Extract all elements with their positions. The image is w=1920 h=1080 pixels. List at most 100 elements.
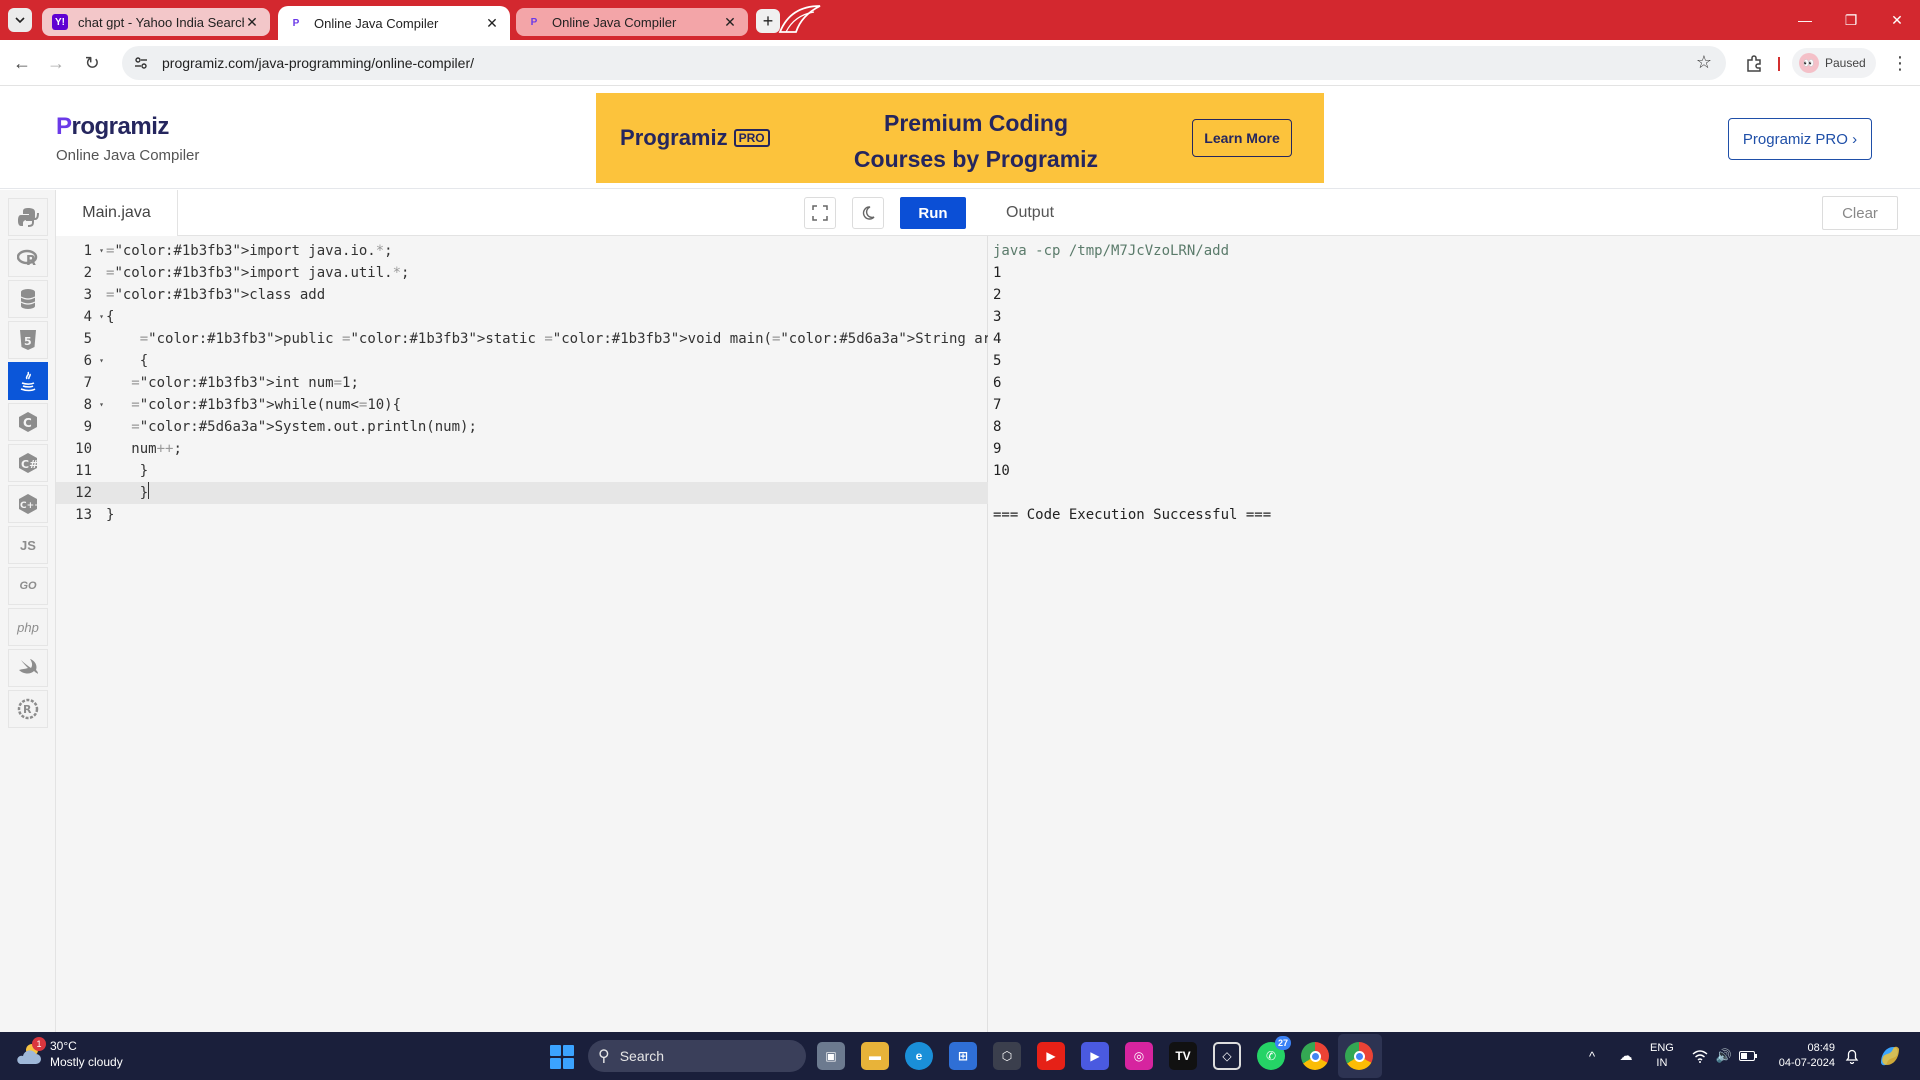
task-view-icon[interactable]: ▣	[817, 1042, 845, 1070]
code-line[interactable]: 7 ="color:#1b3fb3">int num=1;	[56, 372, 988, 394]
code-line[interactable]: 13}	[56, 504, 988, 526]
code-line[interactable]: 4 ▾{	[56, 306, 988, 328]
code-line[interactable]: 1 ▾ ="color:#1b3fb3">import java.io.*;	[56, 240, 988, 262]
code-line[interactable]: 10 num++;	[56, 438, 988, 460]
copilot-icon[interactable]	[1876, 1042, 1904, 1070]
input-language[interactable]: ENG IN	[1650, 1041, 1674, 1071]
browser-tab-yahoo[interactable]: Y! chat gpt - Yahoo India Search R ✕	[42, 8, 270, 36]
whatsapp-icon[interactable]: ✆ 27	[1257, 1036, 1291, 1070]
svg-text:C++: C++	[20, 501, 39, 511]
reload-icon[interactable]: ↻	[80, 51, 104, 75]
file-tab[interactable]: Main.java	[56, 190, 178, 236]
c-icon[interactable]: C	[8, 403, 48, 441]
wifi-icon[interactable]	[1690, 1046, 1710, 1066]
line-number: 7	[83, 375, 92, 391]
chrome-icon[interactable]	[1301, 1042, 1329, 1070]
code-line[interactable]: 2 ="color:#1b3fb3">import java.util.*;	[56, 262, 988, 284]
network-alert-icon[interactable]: ☁	[1616, 1046, 1636, 1066]
minimize-icon[interactable]: —	[1782, 0, 1828, 40]
show-hidden-icons-chevron-icon[interactable]: ^	[1582, 1046, 1602, 1066]
profile-button[interactable]: 👀 Paused	[1792, 48, 1876, 78]
php-icon[interactable]: php	[8, 608, 48, 646]
clear-button[interactable]: Clear	[1822, 196, 1898, 230]
java-icon[interactable]	[8, 362, 48, 400]
volume-icon[interactable]: 🔊	[1714, 1046, 1734, 1066]
browser-tab-compiler[interactable]: P Online Java Compiler ✕	[516, 8, 748, 36]
programiz-pro-button[interactable]: Programiz PRO ›	[1728, 118, 1872, 160]
extensions-puzzle-icon[interactable]	[1742, 51, 1766, 75]
code-line[interactable]: 6 ▾ {	[56, 350, 988, 372]
programiz-favicon-icon: P	[530, 16, 538, 28]
media-player-icon[interactable]: ▶	[1081, 1042, 1109, 1070]
windows-start-icon[interactable]	[550, 1045, 574, 1069]
fold-toggle-icon[interactable]: ▾	[99, 350, 104, 372]
file-explorer-icon[interactable]: ▬	[861, 1042, 889, 1070]
restore-icon[interactable]: ❐	[1828, 0, 1874, 40]
tab-title: chat gpt - Yahoo India Search R	[78, 14, 244, 30]
dev-tool-icon[interactable]: ⬡	[993, 1042, 1021, 1070]
fullscreen-icon[interactable]	[804, 197, 836, 229]
code-line[interactable]: 9 ="color:#5d6a3a">System.out.println(nu…	[56, 416, 988, 438]
code-line[interactable]: 12 }	[56, 482, 988, 504]
bookmark-star-icon[interactable]: ☆	[1696, 52, 1712, 73]
instagram-icon[interactable]: ◎	[1125, 1042, 1153, 1070]
code-line[interactable]: 8 ▾ ="color:#1b3fb3">while(num<=10){	[56, 394, 988, 416]
code-area[interactable]: 1 ▾ ="color:#1b3fb3">import java.io.*; 2 ="c…	[56, 240, 1034, 526]
back-arrow-icon[interactable]: ←	[10, 51, 34, 75]
r-icon[interactable]: R	[8, 239, 48, 277]
code-text: }	[106, 463, 149, 479]
tradingview-icon[interactable]: TV	[1169, 1042, 1197, 1070]
line-number: 3	[83, 287, 92, 303]
browser-tab-compiler-active[interactable]: P Online Java Compiler ✕	[278, 6, 510, 40]
weather-alert-badge: 1	[32, 1037, 46, 1051]
close-window-icon[interactable]: ✕	[1874, 0, 1920, 40]
code-line[interactable]: 5 ="color:#1b3fb3">public ="color:#1b3fb…	[56, 328, 1034, 350]
csharp-icon[interactable]: C#	[8, 444, 48, 482]
browser-menu-icon[interactable]: ⋮	[1888, 51, 1912, 75]
fold-toggle-icon[interactable]: ▾	[99, 240, 104, 262]
notification-bell-icon[interactable]	[1842, 1046, 1862, 1066]
forward-arrow-icon[interactable]: →	[44, 51, 68, 75]
go-icon[interactable]: GO	[8, 567, 48, 605]
output-console: java -cp /tmp/M7JcVzoLRN/add 1 2 3 4 5 6 7 8 9 10 =…	[993, 240, 1913, 526]
output-line: 6	[993, 375, 1002, 391]
browser-tab-strip: Y! chat gpt - Yahoo India Search R ✕ P O…	[0, 0, 1920, 40]
line-number: 4 ▾	[56, 306, 106, 328]
database-icon[interactable]	[8, 280, 48, 318]
close-tab-icon[interactable]: ✕	[722, 14, 738, 30]
code-line[interactable]: 11 }	[56, 460, 988, 482]
3d-viewer-icon[interactable]: ◇	[1213, 1042, 1241, 1070]
site-settings-icon[interactable]	[126, 48, 156, 78]
close-tab-icon[interactable]: ✕	[244, 14, 260, 30]
html5-icon[interactable]: 5	[8, 321, 48, 359]
code-text: {	[106, 309, 115, 325]
new-tab-button[interactable]: +	[756, 9, 780, 33]
fold-toggle-icon[interactable]: ▾	[99, 394, 104, 416]
microsoft-store-icon[interactable]: ⊞	[949, 1042, 977, 1070]
cpp-icon[interactable]: C++	[8, 485, 48, 523]
swift-icon[interactable]	[8, 649, 48, 687]
javascript-icon[interactable]: JS	[8, 526, 48, 564]
edge-browser-icon[interactable]: e	[905, 1042, 933, 1070]
fold-toggle-icon[interactable]: ▾	[99, 306, 104, 328]
clock[interactable]: 08:49 04-07-2024	[1775, 1041, 1835, 1071]
run-button[interactable]: Run	[900, 197, 966, 229]
promo-banner[interactable]: Programiz PRO Premium Coding Courses by P…	[596, 93, 1324, 183]
dark-mode-moon-icon[interactable]	[852, 197, 884, 229]
programiz-logo[interactable]: Programiz Online Java Compiler	[56, 113, 199, 164]
python-icon[interactable]	[8, 198, 48, 236]
address-bar[interactable]: programiz.com/java-programming/online-co…	[122, 46, 1726, 80]
chrome-profile-icon[interactable]	[1345, 1042, 1373, 1070]
tab-search-button[interactable]	[8, 8, 32, 32]
weather-widget[interactable]: 1 30°C Mostly cloudy	[14, 1037, 123, 1070]
battery-icon[interactable]	[1738, 1046, 1758, 1066]
svg-text:C#: C#	[21, 458, 38, 471]
taskbar-search[interactable]: ⚲ Search	[588, 1040, 806, 1072]
learn-more-button[interactable]: Learn More	[1192, 119, 1292, 157]
rust-icon[interactable]: R	[8, 690, 48, 728]
line-number: 11	[75, 463, 92, 479]
close-tab-icon[interactable]: ✕	[484, 15, 500, 31]
youtube-icon[interactable]: ▶	[1037, 1042, 1065, 1070]
browser-toolbar: ← → ↻ programiz.com/java-programming/onl…	[0, 40, 1920, 86]
code-line[interactable]: 3 ="color:#1b3fb3">class add	[56, 284, 988, 306]
